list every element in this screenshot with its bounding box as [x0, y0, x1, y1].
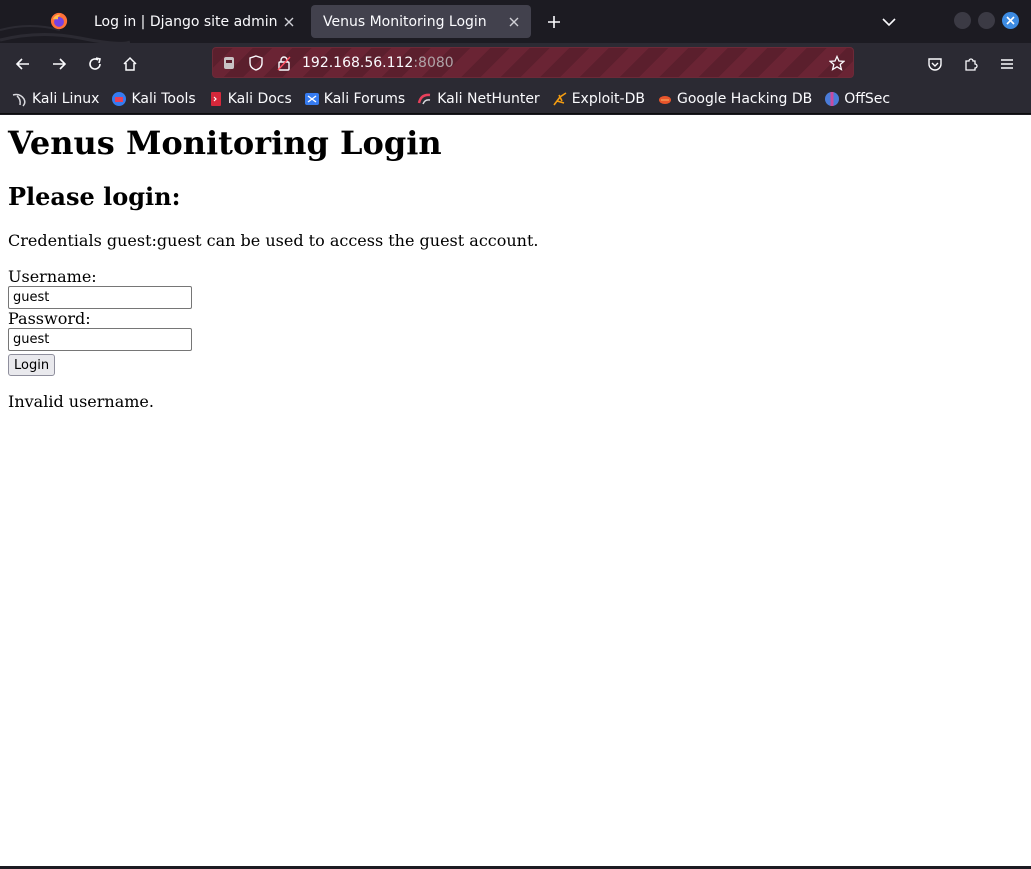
- bookmark-google-hacking-db[interactable]: Google Hacking DB: [653, 87, 816, 111]
- kali-page-icon[interactable]: [221, 55, 237, 71]
- close-window-button[interactable]: [1002, 12, 1019, 29]
- back-button[interactable]: [10, 51, 36, 77]
- bookmark-exploit-db[interactable]: Exploit-DB: [548, 87, 649, 111]
- tab-title: Log in | Django site admin: [94, 13, 278, 30]
- kali-docs-icon: [208, 91, 224, 107]
- bookmark-label: Google Hacking DB: [676, 90, 813, 107]
- tracking-protection-shield-icon[interactable]: [248, 55, 264, 71]
- reload-icon: [89, 57, 101, 70]
- bookmark-kali-nethunter[interactable]: Kali NetHunter: [413, 87, 543, 111]
- credentials-hint: Credentials guest:guest can be used to a…: [8, 231, 539, 250]
- tab-close-icon[interactable]: [503, 11, 525, 33]
- ghdb-icon: [657, 91, 673, 107]
- plus-icon: [548, 16, 560, 28]
- url-port: :8080: [413, 55, 454, 71]
- kali-tools-icon: [111, 91, 127, 107]
- exploit-db-icon: [552, 91, 568, 107]
- minimize-window-button[interactable]: [954, 12, 971, 29]
- insecure-lock-icon[interactable]: [276, 55, 292, 71]
- bookmark-label: Kali Docs: [227, 90, 292, 107]
- bookmark-kali-tools[interactable]: Kali Tools: [107, 87, 199, 111]
- hamburger-menu-icon: [1001, 59, 1013, 69]
- page-title: Venus Monitoring Login: [8, 124, 442, 162]
- tab-venus-login[interactable]: Venus Monitoring Login: [311, 5, 531, 38]
- pocket-button[interactable]: [922, 51, 948, 77]
- offsec-icon: [824, 91, 840, 107]
- forward-button[interactable]: [46, 51, 72, 77]
- bookmark-label: Kali Linux: [32, 90, 100, 107]
- tab-strip: Log in | Django site admin Venus Monitor…: [0, 0, 1031, 43]
- page-content: Venus Monitoring Login Please login: Cre…: [0, 115, 1031, 866]
- app-menu-button[interactable]: [994, 51, 1020, 77]
- list-all-tabs-button[interactable]: [876, 9, 902, 35]
- new-tab-button[interactable]: [541, 9, 567, 35]
- url-text[interactable]: 192.168.56.112:8080: [302, 55, 454, 71]
- password-input[interactable]: [8, 328, 192, 351]
- pocket-icon: [928, 58, 942, 71]
- maximize-window-button[interactable]: [978, 12, 995, 29]
- address-bar[interactable]: 192.168.56.112:8080: [212, 47, 854, 78]
- bookmark-kali-linux[interactable]: Kali Linux: [8, 87, 103, 111]
- chevron-down-icon: [882, 18, 896, 27]
- username-label: Username:: [8, 267, 97, 286]
- bookmark-kali-docs[interactable]: Kali Docs: [204, 87, 296, 111]
- home-icon: [123, 56, 137, 71]
- puzzle-icon: [965, 58, 978, 71]
- page-subtitle: Please login:: [8, 182, 181, 211]
- close-icon: [1006, 16, 1015, 25]
- arrow-right-icon: [53, 58, 67, 70]
- tab-close-icon[interactable]: [278, 11, 300, 33]
- kali-forums-icon: [304, 91, 320, 107]
- bookmark-label: Kali Forums: [323, 90, 406, 107]
- bookmark-kali-forums[interactable]: Kali Forums: [300, 87, 409, 111]
- bookmark-label: OffSec: [844, 90, 891, 107]
- bookmark-offsec[interactable]: OffSec: [820, 87, 894, 111]
- login-button[interactable]: Login: [8, 354, 56, 376]
- url-host: 192.168.56.112: [302, 55, 414, 71]
- username-input[interactable]: [8, 286, 192, 309]
- bookmarks-toolbar: Kali Linux Kali Tools Kali Docs Kali For…: [0, 84, 1031, 114]
- arrow-left-icon: [15, 58, 29, 70]
- bookmark-label: Kali NetHunter: [437, 90, 540, 107]
- reload-button[interactable]: [82, 51, 108, 77]
- bookmark-star-icon[interactable]: [829, 55, 845, 71]
- extensions-button[interactable]: [958, 51, 984, 77]
- tab-django-admin[interactable]: Log in | Django site admin: [82, 5, 306, 38]
- tab-title: Venus Monitoring Login: [323, 13, 487, 30]
- kali-dragon-icon: [12, 91, 28, 107]
- error-message: Invalid username.: [8, 392, 154, 411]
- password-label: Password:: [8, 309, 91, 328]
- bookmark-label: Kali Tools: [131, 90, 196, 107]
- navigation-toolbar: 192.168.56.112:8080: [0, 43, 1031, 84]
- login-form: Username: Password: Login: [8, 267, 1023, 376]
- firefox-logo-icon[interactable]: [50, 12, 68, 30]
- kali-nethunter-icon: [417, 91, 433, 107]
- bookmark-label: Exploit-DB: [571, 90, 645, 107]
- home-button[interactable]: [117, 51, 143, 77]
